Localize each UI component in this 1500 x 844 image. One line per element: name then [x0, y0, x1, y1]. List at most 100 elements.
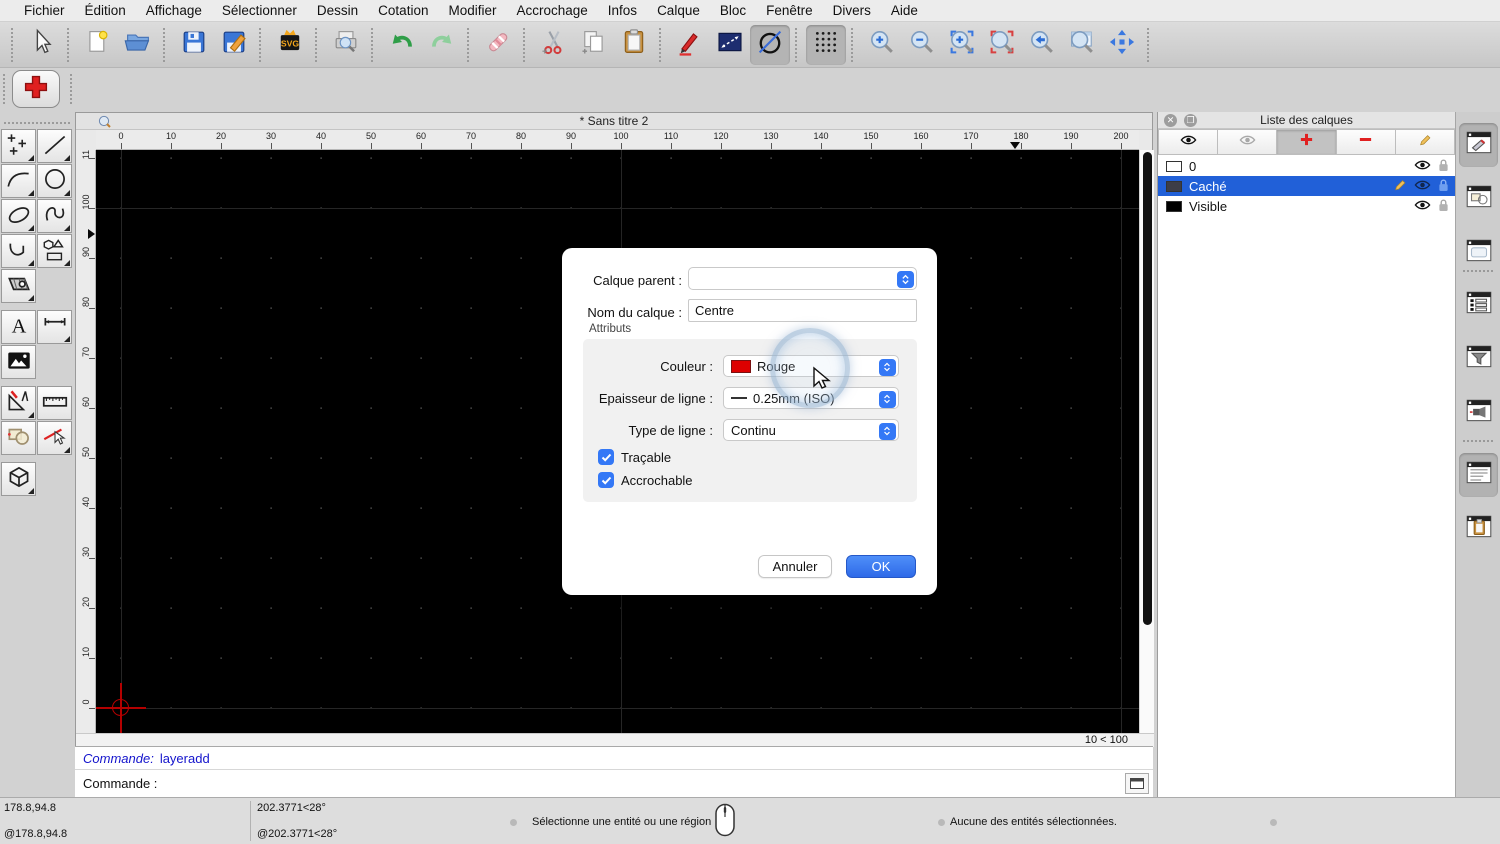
stepper-icon[interactable]: [878, 422, 896, 440]
layer-visibility-eye-icon[interactable]: [1414, 159, 1431, 174]
draw-pen-button[interactable]: [670, 25, 710, 65]
selection-filter-widget-button[interactable]: [1459, 337, 1498, 381]
stepper-icon[interactable]: [896, 270, 914, 288]
stepper-icon[interactable]: [878, 358, 896, 376]
spline-tool-button[interactable]: [37, 199, 72, 233]
draw-pen-icon: [675, 27, 705, 62]
select-tool-button[interactable]: [37, 421, 72, 455]
remove-layer-button[interactable]: [1336, 129, 1396, 155]
cancel-button[interactable]: Annuler: [758, 555, 832, 578]
layer-row[interactable]: Caché: [1158, 176, 1455, 196]
ok-button[interactable]: OK: [846, 555, 916, 578]
menu-item-modifier[interactable]: Modifier: [438, 3, 506, 18]
zoom-back-button[interactable]: [1022, 25, 1062, 65]
vertical-scrollbar-thumb[interactable]: [1143, 152, 1152, 625]
menu-item-accrochage[interactable]: Accrochage: [506, 3, 597, 18]
paste-button[interactable]: [614, 25, 654, 65]
command-input[interactable]: [163, 773, 1119, 794]
layer-row[interactable]: Visible: [1158, 196, 1455, 216]
modify-tool-button[interactable]: [1, 386, 36, 420]
layer-name-input[interactable]: Centre: [688, 299, 917, 322]
menu-item-fichier[interactable]: Fichier: [14, 3, 75, 18]
checkbox-checked[interactable]: [598, 472, 614, 488]
circle-line-button[interactable]: [750, 24, 790, 65]
layer-list-widget-button[interactable]: [1459, 123, 1498, 167]
save-button[interactable]: [174, 25, 214, 65]
zoom-pan-button[interactable]: [1102, 25, 1142, 65]
entity-list-widget-button[interactable]: [1459, 283, 1498, 327]
preview-widget-button[interactable]: [1459, 231, 1498, 275]
command-widget-button[interactable]: [1459, 453, 1498, 497]
text-tool-button[interactable]: A: [1, 310, 36, 344]
new-file-button[interactable]: [78, 25, 118, 65]
zoom-out-button[interactable]: [902, 25, 942, 65]
polygon-tool-button[interactable]: [37, 234, 72, 268]
distance-box-button[interactable]: [710, 25, 750, 65]
pen-toolbar-handle[interactable]: [3, 74, 7, 104]
svg-export-button[interactable]: SVG: [270, 25, 310, 65]
zoom-previous-button[interactable]: [982, 25, 1022, 65]
dimension-tool-button[interactable]: [37, 310, 72, 344]
block-tool-button[interactable]: [1, 421, 36, 455]
layer-visibility-eye-icon[interactable]: [1414, 199, 1431, 214]
stepper-icon[interactable]: [878, 390, 896, 408]
parent-layer-combo[interactable]: [688, 267, 917, 290]
clipboard-widget-button[interactable]: [1459, 507, 1498, 551]
print-preview-button[interactable]: [326, 25, 366, 65]
polyline-tool-button[interactable]: [1, 234, 36, 268]
undo-button[interactable]: [382, 25, 422, 65]
arc-tool-button[interactable]: [1, 164, 36, 198]
line-tool-button[interactable]: [37, 129, 72, 163]
menu-item-affichage[interactable]: Affichage: [136, 3, 212, 18]
zoom-auto-button[interactable]: [942, 25, 982, 65]
image-tool-button[interactable]: [1, 345, 36, 379]
block-list-widget-button[interactable]: [1459, 177, 1498, 221]
pen-add-button[interactable]: [12, 70, 60, 108]
cursor-button[interactable]: [22, 25, 62, 65]
hide-all-eye-button[interactable]: [1218, 129, 1278, 155]
menu-item-cotation[interactable]: Cotation: [368, 3, 438, 18]
zoom-window-button[interactable]: [1062, 25, 1102, 65]
vertical-scrollbar[interactable]: [1139, 150, 1154, 733]
menu-item-fentre[interactable]: Fenêtre: [756, 3, 823, 18]
layer-row[interactable]: 0: [1158, 156, 1455, 176]
cut-button[interactable]: [534, 25, 574, 65]
checkbox-checked[interactable]: [598, 449, 614, 465]
copy-button[interactable]: [574, 25, 614, 65]
save-as-button[interactable]: [214, 25, 254, 65]
open-folder-button[interactable]: [118, 25, 158, 65]
zoom-in-button[interactable]: [862, 25, 902, 65]
layer-visibility-eye-icon[interactable]: [1414, 179, 1431, 194]
cube-tool-button[interactable]: [1, 462, 36, 496]
circle-tool-button[interactable]: [37, 164, 72, 198]
attribute-combo[interactable]: Continu: [723, 419, 899, 441]
measure-tool-button[interactable]: [37, 386, 72, 420]
status-indicator-dot: [1270, 819, 1277, 826]
edit-layer-button[interactable]: [1395, 129, 1456, 155]
layer-lock-icon[interactable]: [1438, 178, 1449, 195]
library-widget-button[interactable]: [1459, 391, 1498, 435]
show-all-eye-button[interactable]: [1158, 129, 1219, 155]
menu-item-dessin[interactable]: Dessin: [307, 3, 368, 18]
menu-item-divers[interactable]: Divers: [823, 3, 881, 18]
menu-item-dition[interactable]: Édition: [75, 3, 136, 18]
layer-lock-icon[interactable]: [1438, 158, 1449, 175]
palette-handle[interactable]: [4, 122, 70, 126]
add-layer-button[interactable]: [1277, 129, 1337, 155]
menu-item-aide[interactable]: Aide: [881, 3, 928, 18]
hatch-tool-button[interactable]: [1, 269, 36, 303]
redo-button[interactable]: [422, 25, 462, 65]
menu-item-calque[interactable]: Calque: [647, 3, 710, 18]
command-options-button[interactable]: [1125, 773, 1149, 794]
menu-item-bloc[interactable]: Bloc: [710, 3, 756, 18]
menu-item-slectionner[interactable]: Sélectionner: [212, 3, 307, 18]
zoom-window-icon: [1067, 27, 1097, 62]
drawing-window-titlebar[interactable]: * Sans titre 2: [76, 113, 1152, 130]
points-tool-button[interactable]: [1, 129, 36, 163]
eraser-button[interactable]: [478, 25, 518, 65]
menu-item-infos[interactable]: Infos: [598, 3, 647, 18]
ruler-label: 90: [565, 131, 576, 141]
ellipse-tool-button[interactable]: [1, 199, 36, 233]
layer-lock-icon[interactable]: [1438, 198, 1449, 215]
grid-dots-button[interactable]: [806, 24, 846, 65]
